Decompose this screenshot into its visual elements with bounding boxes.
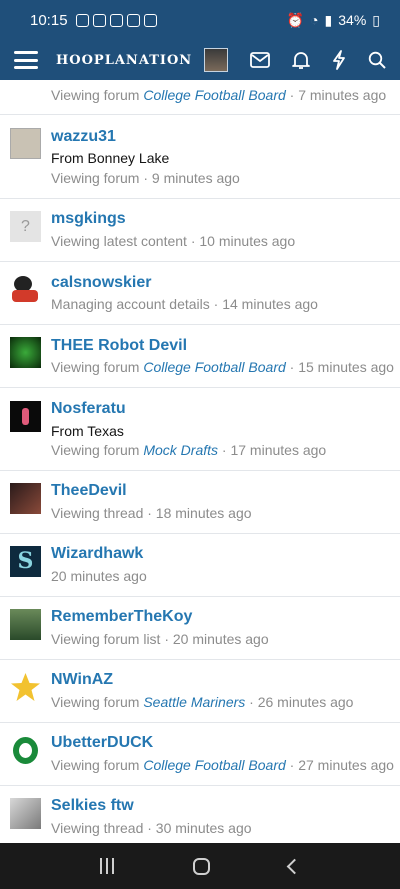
member-avatar[interactable] bbox=[10, 798, 41, 829]
member-name[interactable]: Nosferatu bbox=[51, 400, 126, 418]
member-row[interactable]: Selkies ftw Viewing thread · 30 minutes … bbox=[0, 786, 400, 843]
kraken-logo: S bbox=[17, 548, 34, 574]
member-location: From Texas bbox=[51, 423, 124, 439]
notification-icons bbox=[75, 13, 157, 27]
ring-icon bbox=[75, 13, 89, 27]
forum-link[interactable]: College Football Board bbox=[143, 87, 285, 103]
member-avatar[interactable]: ? bbox=[10, 211, 41, 242]
search-icon[interactable] bbox=[368, 51, 386, 69]
member-activity: Managing account details · 14 minutes ag… bbox=[51, 296, 318, 312]
member-name[interactable]: NWinAZ bbox=[51, 671, 113, 689]
member-activity: Viewing forum College Football Board · 1… bbox=[51, 359, 394, 375]
member-avatar[interactable] bbox=[10, 609, 41, 640]
member-avatar[interactable] bbox=[10, 401, 41, 432]
mail-icon[interactable] bbox=[250, 52, 270, 68]
back-icon[interactable] bbox=[287, 858, 303, 874]
status-right: ⏰ ◔ ▮ 34% ▯ bbox=[287, 12, 380, 29]
member-activity: Viewing forum Mock Drafts · 17 minutes a… bbox=[51, 442, 327, 458]
member-row[interactable]: wazzu31 From Bonney Lake Viewing forum ·… bbox=[0, 115, 400, 199]
member-row[interactable]: TheeDevil Viewing thread · 18 minutes ag… bbox=[0, 471, 400, 534]
avatar-placeholder-glyph: ? bbox=[21, 218, 30, 235]
menu-icon[interactable] bbox=[14, 51, 38, 69]
voicemail-icon bbox=[92, 13, 106, 27]
member-row[interactable]: RememberTheKoy Viewing forum list · 20 m… bbox=[0, 597, 400, 660]
app-bar: HOOPLANATION bbox=[0, 40, 400, 80]
wifi-icon: ◔ bbox=[310, 12, 319, 28]
forum-link[interactable]: College Football Board bbox=[143, 359, 285, 375]
member-name[interactable]: Wizardhawk bbox=[51, 545, 143, 563]
member-name[interactable]: TheeDevil bbox=[51, 482, 127, 500]
member-row[interactable]: Viewing forum College Football Board · 7… bbox=[0, 80, 400, 115]
member-activity: Viewing forum Seattle Mariners · 26 minu… bbox=[51, 694, 354, 710]
member-activity: Viewing forum College Football Board · 2… bbox=[51, 757, 394, 773]
member-activity: Viewing thread · 18 minutes ago bbox=[51, 505, 252, 521]
member-row[interactable]: calsnowskier Managing account details · … bbox=[0, 262, 400, 325]
member-avatar[interactable] bbox=[10, 735, 41, 766]
member-row[interactable]: Nosferatu From Texas Viewing forum Mock … bbox=[0, 388, 400, 471]
status-bar: 10:15 ⏰ ◔ ▮ 34% ▯ bbox=[0, 0, 400, 40]
member-name[interactable]: msgkings bbox=[51, 210, 126, 228]
status-time: 10:15 bbox=[30, 11, 68, 29]
alarm-icon: ⏰ bbox=[286, 11, 305, 28]
member-activity: 20 minutes ago bbox=[51, 568, 147, 584]
member-name[interactable]: UbetterDUCK bbox=[51, 734, 153, 752]
member-avatar[interactable]: S bbox=[10, 546, 41, 577]
signal-icon: ▮ bbox=[324, 11, 333, 28]
square-icon bbox=[126, 13, 140, 27]
battery-icon: ▯ bbox=[372, 11, 380, 28]
member-avatar[interactable] bbox=[10, 483, 41, 514]
member-row[interactable]: ? msgkings Viewing latest content · 10 m… bbox=[0, 199, 400, 262]
member-avatar[interactable] bbox=[10, 128, 41, 159]
forum-link[interactable]: Mock Drafts bbox=[143, 442, 218, 458]
member-avatar[interactable] bbox=[10, 672, 41, 703]
member-row[interactable]: THEE Robot Devil Viewing forum College F… bbox=[0, 325, 400, 388]
member-activity: Viewing forum list · 20 minutes ago bbox=[51, 631, 269, 647]
member-row[interactable]: UbetterDUCK Viewing forum College Footba… bbox=[0, 723, 400, 786]
member-row[interactable]: NWinAZ Viewing forum Seattle Mariners · … bbox=[0, 660, 400, 723]
member-activity: Viewing forum · 9 minutes ago bbox=[51, 170, 240, 186]
user-avatar[interactable] bbox=[204, 48, 228, 72]
member-name[interactable]: Selkies ftw bbox=[51, 797, 134, 815]
member-name[interactable]: calsnowskier bbox=[51, 274, 152, 292]
recents-icon[interactable] bbox=[99, 858, 114, 874]
member-name[interactable]: THEE Robot Devil bbox=[51, 337, 187, 355]
gear-icon bbox=[109, 13, 123, 27]
member-name[interactable]: RememberTheKoy bbox=[51, 608, 192, 626]
online-members-list: Viewing forum College Football Board · 7… bbox=[0, 80, 400, 843]
member-activity: Viewing latest content · 10 minutes ago bbox=[51, 233, 296, 249]
member-location: From Bonney Lake bbox=[51, 150, 170, 166]
member-activity: Viewing thread · 30 minutes ago bbox=[51, 820, 252, 836]
battery-level: 34% bbox=[338, 12, 367, 28]
home-icon[interactable] bbox=[192, 857, 210, 875]
forum-link[interactable]: Seattle Mariners bbox=[143, 694, 245, 710]
member-activity: Viewing forum College Football Board · 7… bbox=[51, 87, 387, 103]
member-name[interactable]: wazzu31 bbox=[51, 128, 116, 146]
forum-link[interactable]: College Football Board bbox=[143, 757, 285, 773]
bell-icon[interactable] bbox=[292, 50, 310, 70]
image-icon bbox=[143, 13, 157, 27]
site-logo[interactable]: HOOPLANATION bbox=[56, 53, 192, 68]
member-row[interactable]: S Wizardhawk 20 minutes ago bbox=[0, 534, 400, 597]
member-avatar[interactable] bbox=[10, 337, 41, 368]
android-nav-bar bbox=[0, 843, 400, 889]
lightning-icon[interactable] bbox=[332, 50, 346, 70]
member-avatar[interactable] bbox=[10, 274, 41, 305]
